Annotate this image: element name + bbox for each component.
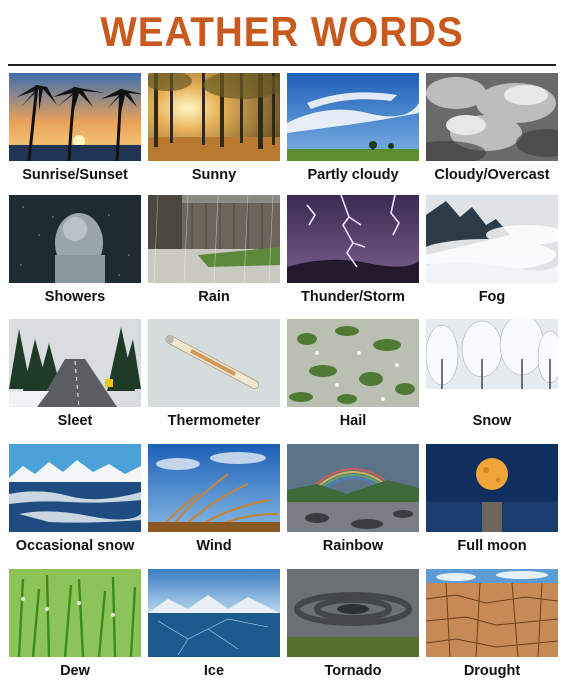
card-showers: Showers [9, 195, 141, 313]
rain-photo [148, 195, 280, 283]
sunset-photo [9, 73, 141, 161]
lightning-photo [287, 195, 419, 283]
card-label: Sleet [57, 413, 93, 429]
rainbow-photo [287, 444, 419, 532]
card-label: Snow [472, 413, 512, 429]
ice-lake-photo [148, 569, 280, 657]
fog-photo [426, 195, 558, 283]
card-label: Thunder/Storm [301, 289, 405, 305]
card-label: Drought [463, 663, 521, 679]
weather-grid: Sunrise/Sunset Sunny Partly cloudy Cloud… [0, 0, 564, 689]
dew-grass-photo [9, 569, 141, 657]
sunny-forest-photo [148, 73, 280, 161]
partly-cloudy-photo [287, 73, 419, 161]
card-rainbow: Rainbow [287, 444, 419, 562]
card-ice: Ice [148, 569, 280, 687]
card-cloudy-overcast: Cloudy/Overcast [426, 73, 558, 191]
card-label: Sunrise/Sunset [22, 167, 128, 183]
card-label: Rainbow [322, 538, 384, 554]
card-label: Occasional snow [15, 538, 135, 554]
wind-grass-photo [148, 444, 280, 532]
card-label: Full moon [457, 538, 527, 554]
card-occasional-snow: Occasional snow [9, 444, 141, 562]
card-thunder-storm: Thunder/Storm [287, 195, 419, 313]
card-sunrise-sunset: Sunrise/Sunset [9, 73, 141, 191]
card-full-moon: Full moon [426, 444, 558, 562]
snow-forest-photo [426, 319, 558, 407]
card-drought: Drought [426, 569, 558, 687]
card-label: Cloudy/Overcast [434, 167, 550, 183]
card-hail: Hail [287, 319, 419, 437]
full-moon-photo [426, 444, 558, 532]
card-sleet: Sleet [9, 319, 141, 437]
card-label: Sunny [191, 167, 237, 183]
card-label: Partly cloudy [307, 167, 399, 183]
card-dew: Dew [9, 569, 141, 687]
card-label: Thermometer [167, 413, 261, 429]
card-label: Hail [339, 413, 367, 429]
snowy-mountains-photo [9, 444, 141, 532]
card-label: Fog [478, 289, 506, 305]
card-label: Dew [60, 663, 90, 679]
overcast-clouds-photo [426, 73, 558, 161]
card-label: Rain [198, 289, 230, 305]
showers-photo [9, 195, 141, 283]
card-label: Tornado [324, 663, 382, 679]
card-tornado: Tornado [287, 569, 419, 687]
tornado-photo [287, 569, 419, 657]
card-label: Wind [196, 538, 232, 554]
card-label: Showers [44, 289, 106, 305]
card-sunny: Sunny [148, 73, 280, 191]
card-fog: Fog [426, 195, 558, 313]
card-label: Ice [203, 663, 225, 679]
card-wind: Wind [148, 444, 280, 562]
hail-photo [287, 319, 419, 407]
card-partly-cloudy: Partly cloudy [287, 73, 419, 191]
card-rain: Rain [148, 195, 280, 313]
thermometer-photo [148, 319, 280, 407]
card-snow: Snow [426, 319, 558, 437]
sleet-road-photo [9, 319, 141, 407]
drought-photo [426, 569, 558, 657]
card-thermometer: Thermometer [148, 319, 280, 437]
